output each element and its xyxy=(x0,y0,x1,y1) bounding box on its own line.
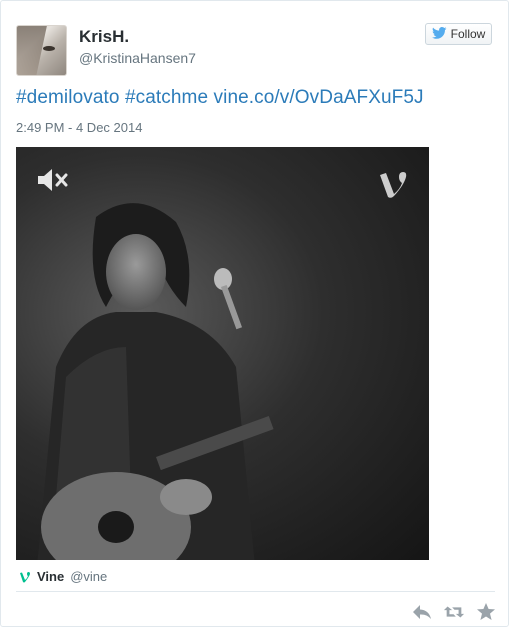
reply-icon[interactable] xyxy=(411,602,433,622)
vine-url-link[interactable]: vine.co/v/OvDaAFXuF5J xyxy=(214,87,424,108)
hashtag-link[interactable]: #demilovato xyxy=(16,87,120,108)
speaker-muted-icon[interactable] xyxy=(36,167,70,193)
retweet-icon[interactable] xyxy=(443,602,465,622)
vine-video-player[interactable] xyxy=(16,147,429,560)
tweet-actions xyxy=(411,602,497,622)
star-icon[interactable] xyxy=(475,602,497,622)
tweet-text: #demilovato #catchme vine.co/v/OvDaAFXuF… xyxy=(16,87,424,109)
user-handle[interactable]: @KristinaHansen7 xyxy=(79,50,196,66)
avatar-eye-shape xyxy=(43,46,55,51)
card-brand-name[interactable]: Vine xyxy=(37,569,64,584)
vine-logo-icon[interactable] xyxy=(377,169,411,201)
card-attribution: Vine @vine xyxy=(19,569,107,584)
embedded-tweet-card: KrisH. @KristinaHansen7 Follow #demilova… xyxy=(0,0,509,627)
follow-button-label: Follow xyxy=(450,27,486,41)
tweet-timestamp[interactable]: 2:49 PM - 4 Dec 2014 xyxy=(16,120,142,135)
microphone-shape xyxy=(214,268,243,330)
avatar-hair-shape xyxy=(17,26,47,75)
user-display-name[interactable]: KrisH. xyxy=(79,27,129,47)
vine-logo-icon xyxy=(19,571,31,583)
card-brand-handle[interactable]: @vine xyxy=(70,569,107,584)
follow-button[interactable]: Follow xyxy=(425,23,492,45)
user-avatar[interactable] xyxy=(16,25,67,76)
performer-silhouette xyxy=(37,203,274,560)
twitter-bird-icon xyxy=(431,26,447,42)
footer-divider xyxy=(16,591,495,592)
hashtag-link[interactable]: #catchme xyxy=(125,87,208,108)
